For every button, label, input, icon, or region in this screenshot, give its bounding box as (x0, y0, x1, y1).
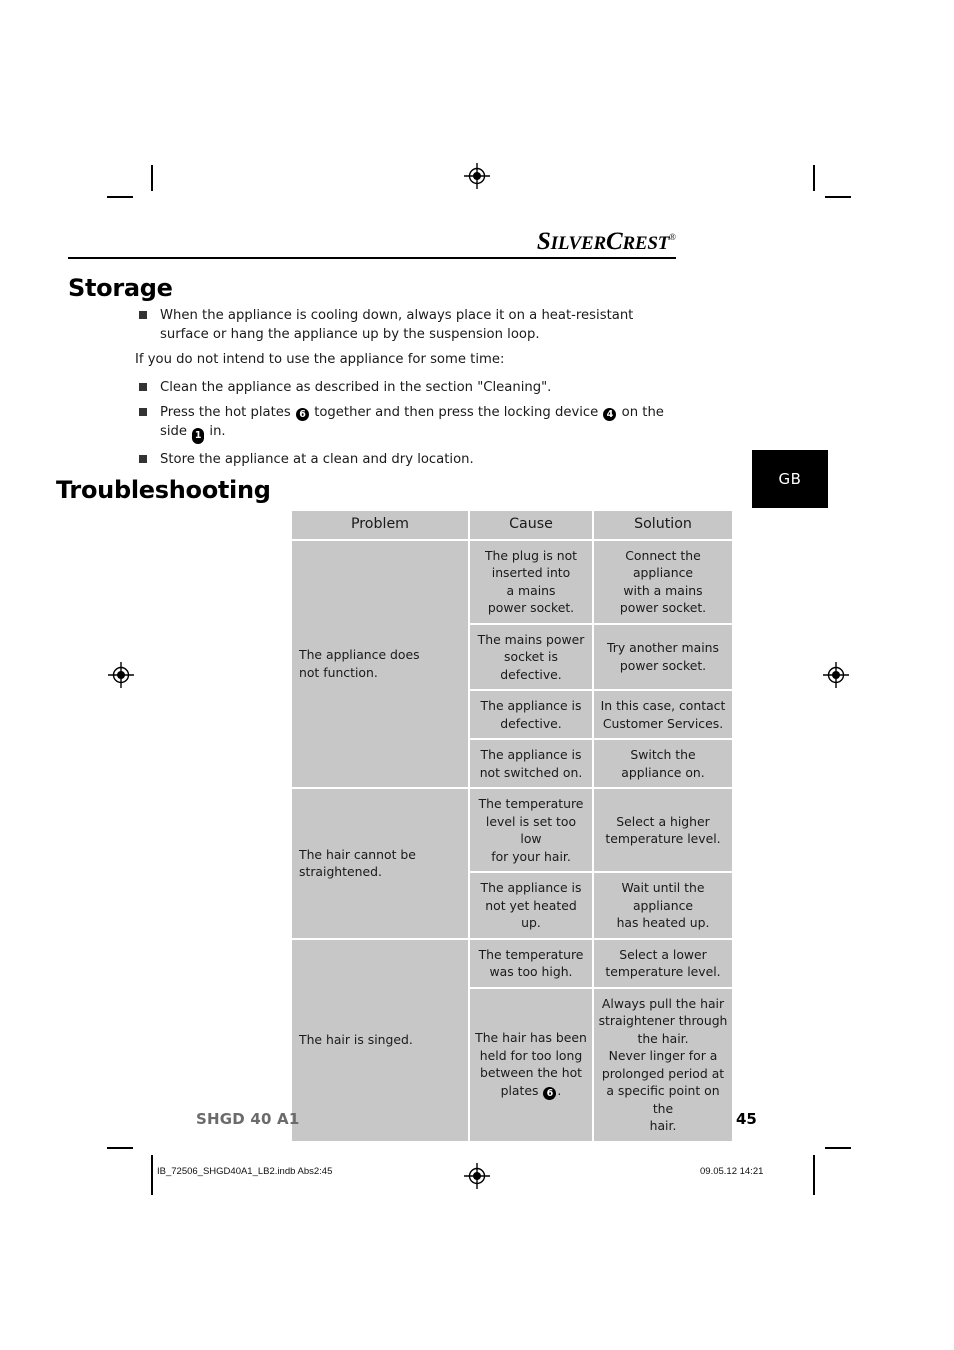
list-item-text: Clean the appliance as described in the … (160, 380, 552, 395)
cell-cause: The appliance is not switched on. (470, 740, 592, 787)
crop-mark-bottom-right-vertical (813, 1155, 815, 1195)
cell-solution: Select a higher temperature level. (594, 789, 732, 871)
table-header-row: Problem Cause Solution (292, 511, 732, 539)
crop-mark-top-right-horizontal (825, 196, 851, 198)
reference-marker-4: 4 (603, 408, 617, 421)
imprint-filename: IB_72506_SHGD40A1_LB2.indb Abs2:45 (157, 1166, 333, 1177)
imprint-timestamp: 09.05.12 14:21 (700, 1166, 764, 1177)
cell-cause: The appliance is not yet heated up. (470, 873, 592, 938)
heading-storage: Storage (68, 274, 173, 302)
cell-solution: Always pull the hair straightener through… (594, 988, 732, 1141)
crop-mark-top-right-vertical (813, 165, 815, 191)
reference-marker-6: 6 (543, 1086, 557, 1100)
brand-header: SILVERCREST® (68, 224, 676, 258)
crop-mark-bottom-left-vertical (151, 1155, 153, 1195)
column-header-solution: Solution (594, 511, 732, 539)
reference-marker-6: 6 (296, 408, 309, 421)
cell-problem: The appliance does not function. (292, 540, 468, 787)
crop-mark-bottom-left-horizontal (107, 1147, 133, 1149)
cell-solution: Wait until the appliance has heated up. (594, 873, 732, 938)
registered-trademark-icon: ® (669, 232, 676, 242)
cell-solution: Select a lower temperature level. (594, 939, 732, 987)
brand-text-ilver: ILVER (550, 233, 607, 254)
table-row: The hair cannot be straightened. The tempe… (292, 789, 732, 938)
registration-mark-left (108, 662, 134, 688)
cell-solution: Connect the appliance with a mains power s… (594, 540, 732, 623)
header-divider (68, 257, 676, 259)
silvercrest-logo: SILVERCREST® (537, 224, 676, 257)
cell-cause: The hair has been held for too long betwee… (470, 988, 592, 1141)
cell-cause: The temperature level is set too low for y… (470, 789, 592, 871)
bullet-square-icon (139, 455, 147, 463)
table-row: The hair is singed. The temperature was to… (292, 939, 732, 1141)
cell-cause: The appliance is defective. (470, 691, 592, 738)
cell-cause: The temperature was too high. (470, 939, 592, 987)
bullet-square-icon (139, 408, 147, 416)
brand-text-rest: REST (622, 233, 670, 254)
storage-body: When the appliance is cooling down, alwa… (135, 306, 678, 475)
brand-letter-s: S (536, 228, 551, 255)
table-header: Problem Cause Solution (292, 511, 732, 539)
troubleshooting-table: Problem Cause Solution The appliance doe… (290, 509, 734, 1143)
bullet-square-icon (139, 383, 147, 391)
list-item: Press the hot plates 6 together and then… (138, 403, 678, 444)
list-item-text: Store the appliance at a clean and dry l… (160, 452, 474, 467)
heading-troubleshooting: Troubleshooting (56, 476, 271, 504)
troubleshooting-table-wrapper: Problem Cause Solution The appliance doe… (290, 509, 734, 1143)
storage-intro-paragraph: If you do not intend to use the applianc… (135, 352, 505, 367)
registration-mark-top (464, 163, 490, 189)
cell-cause: The mains power socket is defective. (470, 624, 592, 689)
crop-mark-bottom-right-horizontal (825, 1147, 851, 1149)
crop-mark-top-left-horizontal (107, 196, 133, 198)
list-item: When the appliance is cooling down, alwa… (138, 306, 678, 344)
registration-mark-bottom (464, 1163, 490, 1189)
list-item: Clean the appliance as described in the … (138, 378, 678, 397)
cell-cause: The plug is not inserted into a mains power… (470, 540, 592, 623)
cell-problem: The hair cannot be straightened. (292, 789, 468, 938)
list-item-text: Press the hot plates 6 together and then… (160, 405, 664, 444)
list-item-text: When the appliance is cooling down, alwa… (160, 308, 634, 342)
footer-model-name: SHGD 40 A1 (196, 1110, 300, 1128)
page-number: 45 (736, 1110, 757, 1128)
cell-solution: In this case, contact Customer Services. (594, 691, 732, 738)
column-header-cause: Cause (470, 511, 592, 539)
cell-problem: The hair is singed. (292, 939, 468, 1141)
registration-mark-right (823, 662, 849, 688)
table-row: The appliance does not function. The plug … (292, 540, 732, 787)
crop-mark-top-left-vertical (151, 165, 153, 191)
list-item: Store the appliance at a clean and dry l… (138, 450, 678, 469)
language-tab-gb: GB (752, 450, 828, 508)
cell-solution: Try another mains power socket. (594, 624, 732, 689)
reference-marker-1: 1 (192, 428, 205, 444)
brand-letter-c: C (605, 228, 623, 255)
table-body: The appliance does not function. The plug … (292, 540, 732, 1141)
cell-solution: Switch the appliance on. (594, 740, 732, 787)
bullet-square-icon (139, 311, 147, 319)
column-header-problem: Problem (292, 511, 468, 539)
